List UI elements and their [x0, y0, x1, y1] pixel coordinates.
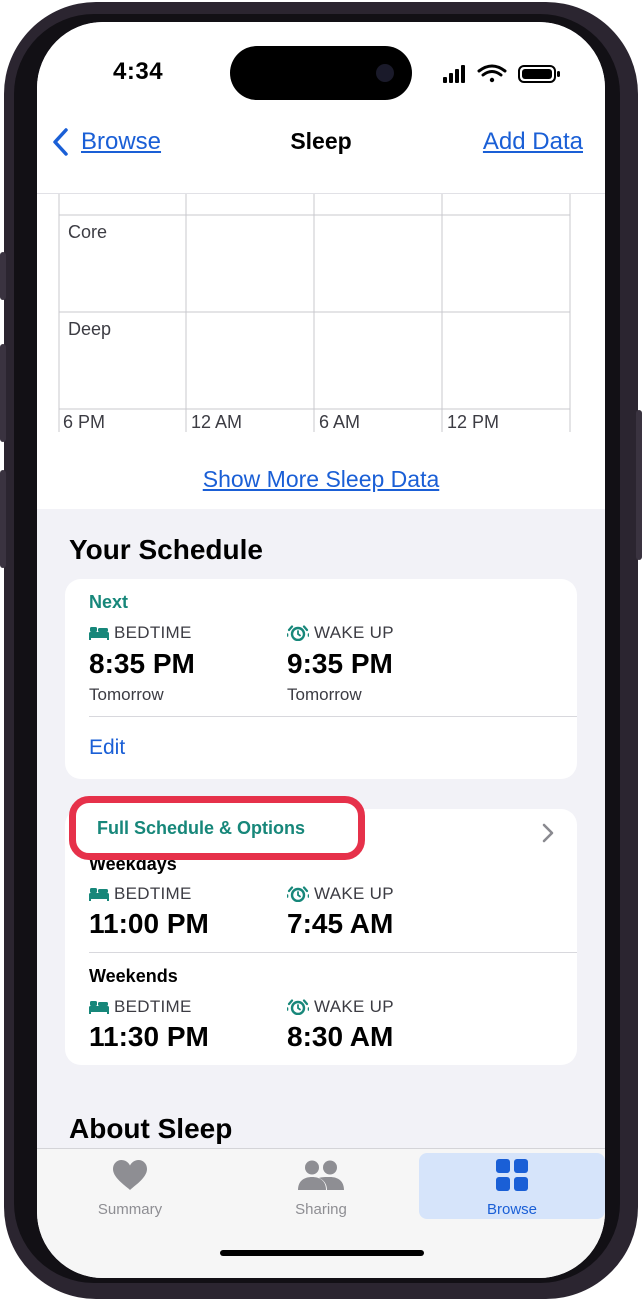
bedtime-label-text: BEDTIME	[114, 997, 192, 1016]
people-icon	[298, 1160, 344, 1190]
chart-svg: Core Deep 6 PM 12 AM 6 AM 12 PM	[58, 194, 571, 432]
status-icons	[443, 64, 563, 84]
front-camera	[376, 64, 394, 82]
add-data-button[interactable]: Add Data	[483, 128, 583, 156]
time-tick-label: 6 PM	[63, 412, 105, 432]
volume-down-button	[0, 470, 6, 568]
wake-up-label: WAKE UP	[287, 623, 394, 643]
next-heading: Next	[89, 592, 129, 612]
weekdays-wake-time: 7:45 AM	[287, 908, 394, 939]
wake-up-label-text: WAKE UP	[314, 997, 394, 1016]
bedtime-label: BEDTIME	[89, 623, 192, 643]
show-more-sleep-data-link[interactable]: Show More Sleep Data	[37, 466, 605, 493]
full-schedule-highlight[interactable]: Full Schedule & Options	[69, 796, 365, 860]
chevron-left-icon	[53, 128, 68, 156]
weekends-bedtime-time: 11:30 PM	[89, 1021, 209, 1052]
bed-icon	[89, 1001, 109, 1014]
about-sleep-title: About Sleep	[69, 1113, 233, 1144]
side-button	[636, 410, 642, 560]
alarm-clock-icon	[287, 999, 309, 1015]
cellular-signal-icon	[443, 65, 465, 83]
bedtime-label-text: BEDTIME	[114, 884, 192, 903]
weekdays-bedtime-time: 11:00 PM	[89, 908, 209, 939]
time-tick-label: 12 AM	[191, 412, 242, 432]
screen: 4:34 Browse Sleep Add Data Core Deep 6 P…	[37, 22, 605, 1278]
weekends-title: Weekends	[89, 966, 178, 986]
wake-up-label: WAKE UP	[287, 997, 394, 1017]
full-schedule-options-link[interactable]: Full Schedule & Options	[97, 818, 305, 839]
wake-up-label: WAKE UP	[287, 884, 394, 904]
home-indicator[interactable]	[220, 1250, 424, 1256]
next-schedule-card: Next BEDTIME 8:35 PM Tomorrow WAKE UP 9:…	[65, 579, 577, 779]
sleep-stages-chart: Core Deep 6 PM 12 AM 6 AM 12 PM Show Mor…	[37, 194, 605, 509]
time-tick-label: 12 PM	[447, 412, 499, 432]
volume-up-button	[0, 344, 6, 442]
heart-icon	[113, 1160, 147, 1190]
bedtime-label: BEDTIME	[89, 884, 192, 904]
navigation-bar: Browse Sleep Add Data	[37, 120, 605, 194]
card-divider	[89, 952, 577, 953]
tab-sharing[interactable]: Sharing	[228, 1153, 414, 1219]
tab-label: Summary	[97, 1201, 163, 1218]
wifi-icon	[477, 64, 507, 83]
next-wake-day: Tomorrow	[287, 685, 362, 704]
next-wake-time: 9:35 PM	[287, 648, 393, 679]
next-bedtime-day: Tomorrow	[89, 685, 164, 704]
bedtime-label-text: BEDTIME	[114, 623, 192, 642]
wake-up-label-text: WAKE UP	[314, 884, 394, 903]
tab-label: Sharing	[295, 1201, 347, 1218]
edit-schedule-button[interactable]: Edit	[89, 736, 125, 760]
tab-label: Browse	[486, 1201, 538, 1218]
stage-label-deep: Deep	[68, 319, 111, 339]
back-button[interactable]: Browse	[49, 120, 161, 164]
alarm-clock-icon	[287, 886, 309, 902]
weekends-wake-time: 8:30 AM	[287, 1021, 394, 1052]
dynamic-island	[230, 46, 412, 100]
status-time: 4:34	[113, 58, 164, 85]
action-button	[0, 252, 6, 300]
stage-label-core: Core	[68, 222, 107, 242]
tab-summary[interactable]: Summary	[37, 1153, 223, 1219]
grid-icon	[496, 1159, 528, 1191]
tab-browse[interactable]: Browse	[419, 1153, 605, 1219]
card-divider	[89, 716, 577, 717]
battery-icon	[518, 65, 560, 83]
bed-icon	[89, 888, 109, 901]
wake-up-label-text: WAKE UP	[314, 623, 394, 642]
bed-icon	[89, 627, 109, 640]
tab-bar: Summary Sharing Browse	[37, 1148, 605, 1278]
chevron-right-icon	[542, 823, 554, 843]
status-bar: 4:34	[37, 22, 605, 120]
alarm-clock-icon	[287, 625, 309, 641]
time-tick-label: 6 AM	[319, 412, 360, 432]
next-bedtime-time: 8:35 PM	[89, 648, 195, 679]
back-label: Browse	[81, 128, 162, 155]
bedtime-label: BEDTIME	[89, 997, 192, 1017]
schedule-section-title: Your Schedule	[69, 534, 263, 565]
